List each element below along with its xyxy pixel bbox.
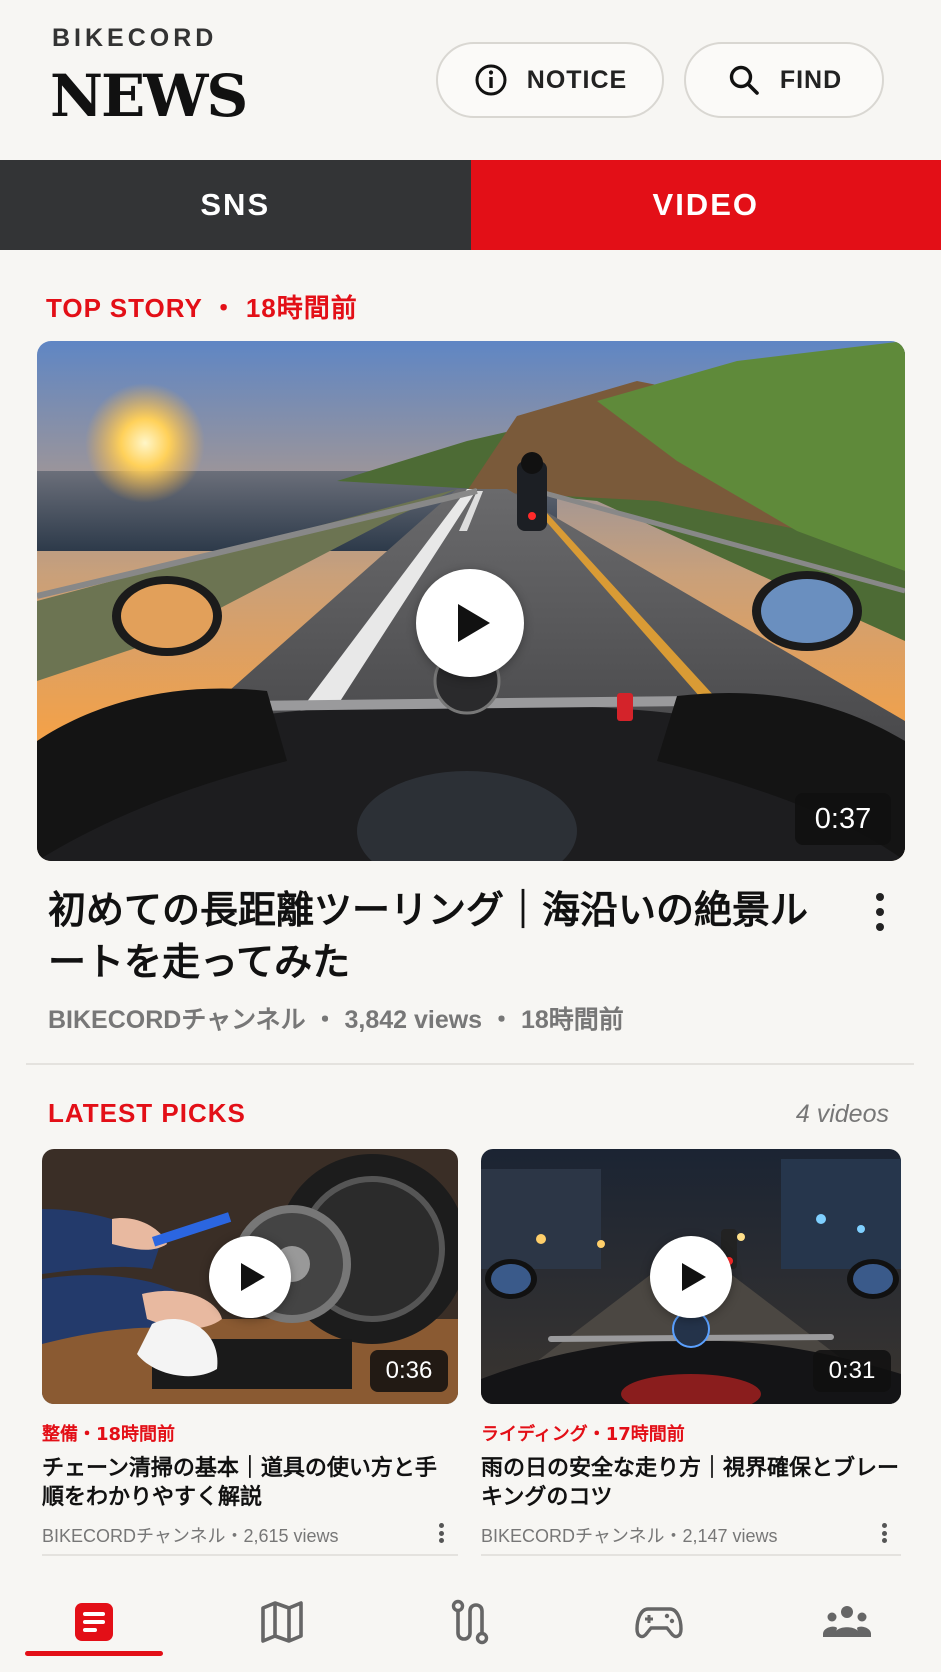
community-icon [822,1606,871,1637]
video-meta: BIKECORDチャンネル・2,147 views [481,1526,778,1546]
feed-tabs: SNS VIDEO [0,160,941,250]
notice-button[interactable]: NOTICE [436,42,664,118]
bottom-navigation [0,1572,941,1672]
video-title[interactable]: チェーン清掃の基本｜道具の使い方と手順をわかりやすく解説 [42,1454,458,1512]
top-story-title[interactable]: 初めての長距離ツーリング｜海沿いの絶景ルートを走ってみた [48,884,808,988]
video-card[interactable]: 0:31 ライディング・17時間前 雨の日の安全な走り方｜視界確保とブレーキング… [481,1149,901,1556]
play-button[interactable] [209,1236,291,1318]
tab-sns[interactable]: SNS [0,160,471,250]
more-options-icon[interactable] [874,893,886,931]
video-thumbnail[interactable]: 0:36 [42,1149,458,1404]
top-story-meta: BIKECORDチャンネル ・ 3,842 views ・ 18時間前 [48,1006,624,1034]
tab-video[interactable]: VIDEO [470,160,941,250]
video-count: 4 videos [795,1100,889,1128]
video-duration-badge: 0:36 [370,1350,448,1392]
video-duration-badge: 0:31 [813,1350,891,1392]
card-divider [481,1554,901,1556]
section-divider [26,1063,914,1065]
play-icon [458,604,490,642]
video-category-label: 整備・18時間前 [42,1424,176,1445]
nav-item-map[interactable] [188,1572,376,1672]
more-options-icon[interactable] [438,1523,444,1543]
route-icon [452,1599,489,1645]
more-options-icon[interactable] [881,1523,887,1543]
video-duration-badge: 0:37 [795,793,891,845]
find-label: FIND [779,65,843,94]
play-button[interactable] [416,569,524,677]
brand-kicker: BIKECORD [52,24,218,52]
video-meta: BIKECORDチャンネル・2,615 views [42,1526,339,1546]
top-story-heading: TOP STORY ・ 18時間前 [46,293,358,323]
video-thumbnail[interactable]: 0:31 [481,1149,901,1404]
nav-item-route[interactable] [376,1572,564,1672]
find-button[interactable]: FIND [684,42,884,118]
video-category-label: ライディング・17時間前 [481,1424,685,1445]
info-icon [475,64,507,96]
latest-picks-heading: LATEST PICKS [48,1098,246,1128]
map-icon [261,1601,304,1643]
nav-item-news[interactable] [0,1572,188,1672]
article-icon [75,1603,114,1641]
play-icon [682,1263,706,1291]
brand-logo[interactable]: NEWS [50,62,248,130]
app-header: BIKECORD NEWS NOTICE FIND [0,0,941,160]
gamepad-icon [634,1607,683,1639]
top-story-video-thumbnail[interactable]: 0:37 [37,341,905,861]
nav-item-games[interactable] [565,1572,753,1672]
play-button[interactable] [650,1236,732,1318]
play-icon [241,1263,265,1291]
nav-item-community[interactable] [753,1572,941,1672]
video-title[interactable]: 雨の日の安全な走り方｜視界確保とブレーキングのコツ [481,1454,901,1512]
search-icon [729,65,759,95]
card-divider [42,1554,458,1556]
video-card[interactable]: 0:36 整備・18時間前 チェーン清掃の基本｜道具の使い方と手順をわかりやすく… [42,1149,458,1556]
notice-label: NOTICE [526,65,628,94]
